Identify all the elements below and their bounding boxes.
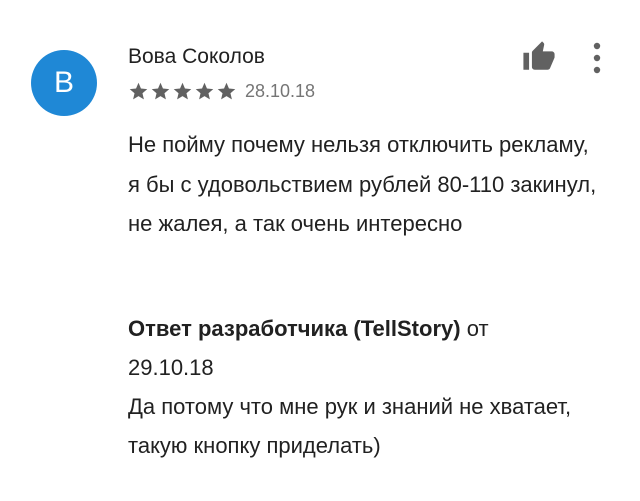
star-rating (128, 81, 237, 102)
author-name: Вова Соколов (128, 45, 265, 68)
reply-from: от (460, 316, 489, 341)
star-icon (195, 82, 214, 99)
reply-text: Да потому что мне рук и знаний не хватае… (128, 394, 572, 458)
reply-date: 29.10.18 (128, 355, 214, 380)
review-meta: 28.10.18 (128, 80, 315, 102)
review-text: Не пойму почему нельзя отключить рекламу… (128, 132, 597, 236)
avatar: B (31, 50, 97, 116)
star-icon (217, 82, 236, 99)
star-icon (151, 82, 170, 99)
star-icon (129, 82, 148, 99)
thumbs-up-icon[interactable] (522, 40, 556, 74)
more-vert-icon[interactable] (585, 40, 609, 76)
developer-reply: Ответ разработчика (TellStory) от 29.10.… (128, 309, 598, 465)
review-date: 28.10.18 (245, 81, 316, 101)
star-icon (173, 82, 192, 99)
reply-header: Ответ разработчика (TellStory) (128, 316, 461, 341)
